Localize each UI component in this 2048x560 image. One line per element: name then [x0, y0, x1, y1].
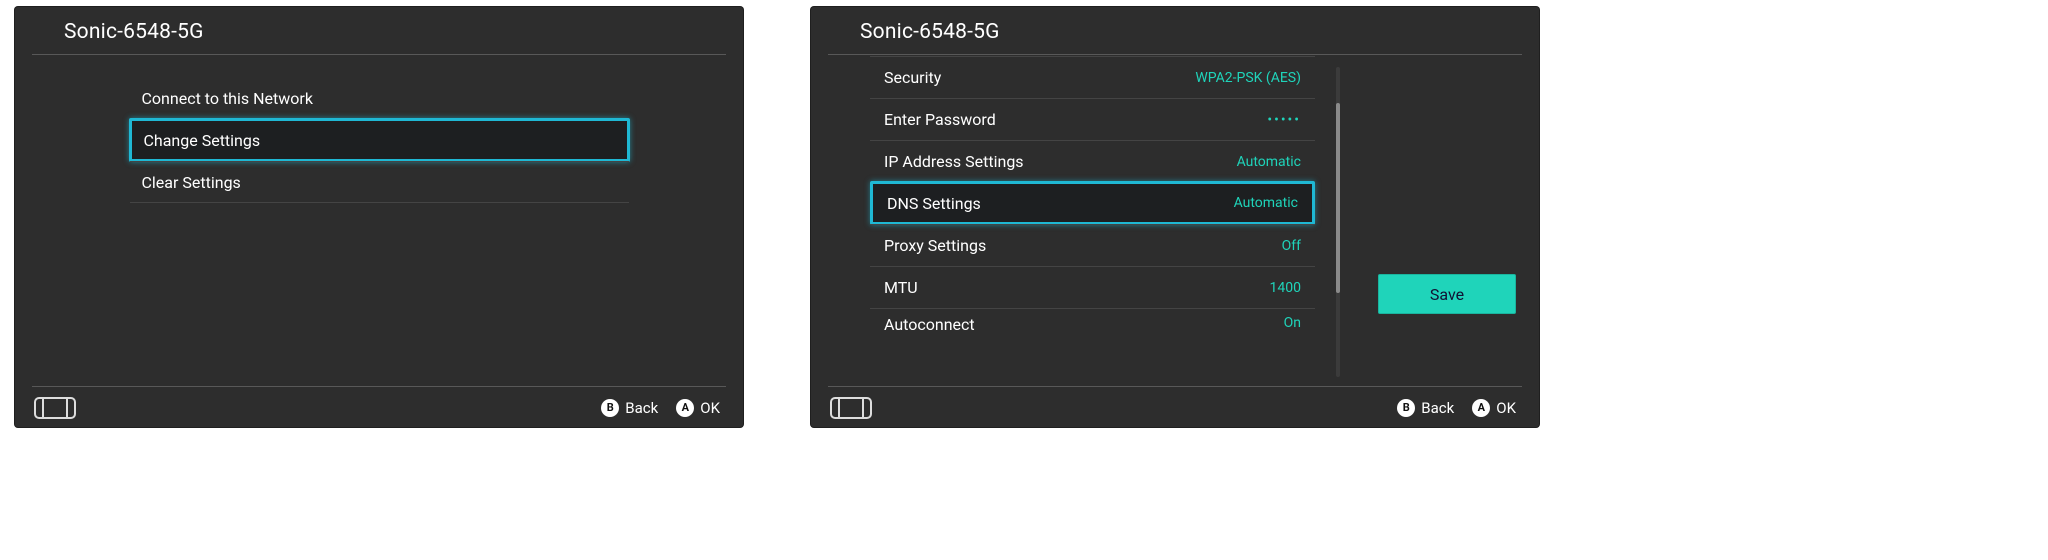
setting-label: Autoconnect: [884, 315, 975, 334]
ok-hint[interactable]: A OK: [1472, 399, 1516, 417]
menu-item-label: Connect to this Network: [142, 89, 313, 108]
setting-label: Proxy Settings: [884, 236, 986, 255]
menu-item[interactable]: Change Settings: [129, 118, 630, 162]
back-hint[interactable]: B Back: [1397, 399, 1454, 417]
back-label: Back: [625, 399, 658, 417]
setting-value: Automatic: [1234, 195, 1298, 211]
menu-item-label: Clear Settings: [142, 173, 241, 192]
scrollbar[interactable]: [1336, 67, 1340, 377]
a-button-icon: A: [676, 399, 694, 417]
setting-value: On: [1284, 315, 1301, 331]
back-hint[interactable]: B Back: [601, 399, 658, 417]
setting-row[interactable]: Proxy Settings Off: [870, 224, 1315, 266]
setting-value: Off: [1282, 238, 1301, 254]
change-settings-panel: Sonic-6548-5G SSIDSonic-6548-5GSecurityW…: [810, 6, 1540, 428]
menu-item[interactable]: Connect to this Network: [130, 77, 629, 119]
settings-list: SSIDSonic-6548-5GSecurityWPA2-PSK (AES)E…: [870, 55, 1315, 334]
network-options-panel: Sonic-6548-5G Connect to this Network Cha…: [14, 6, 744, 428]
back-label: Back: [1421, 399, 1454, 417]
footer-hints: B Back A OK: [601, 399, 720, 417]
setting-label: MTU: [884, 278, 918, 297]
b-button-icon: B: [601, 399, 619, 417]
controllers-icon[interactable]: [34, 397, 76, 419]
setting-label: IP Address Settings: [884, 152, 1024, 171]
setting-value: Automatic: [1237, 154, 1301, 170]
setting-row[interactable]: Autoconnect On: [870, 308, 1315, 334]
setting-label: Enter Password: [884, 110, 996, 129]
setting-value: WPA2-PSK (AES): [1195, 70, 1301, 86]
network-name-title: Sonic-6548-5G: [860, 20, 1494, 44]
panel-footer: B Back A OK: [828, 386, 1522, 428]
setting-row[interactable]: Enter Password •••••: [870, 98, 1315, 140]
ok-label: OK: [700, 399, 720, 417]
panel-body: SSIDSonic-6548-5GSecurityWPA2-PSK (AES)E…: [810, 55, 1540, 386]
footer-hints: B Back A OK: [1397, 399, 1516, 417]
network-name-title: Sonic-6548-5G: [64, 20, 698, 44]
setting-row[interactable]: MTU 1400: [870, 266, 1315, 308]
setting-row[interactable]: IP Address Settings Automatic: [870, 140, 1315, 182]
setting-value: 1400: [1270, 280, 1301, 296]
a-button-icon: A: [1472, 399, 1490, 417]
panel-header: Sonic-6548-5G: [828, 6, 1522, 55]
controllers-icon[interactable]: [830, 397, 872, 419]
panel-header: Sonic-6548-5G: [32, 6, 726, 55]
setting-row[interactable]: Security WPA2-PSK (AES): [870, 56, 1315, 98]
panel-footer: B Back A OK: [32, 386, 726, 428]
ok-hint[interactable]: A OK: [676, 399, 720, 417]
menu-item[interactable]: Clear Settings: [130, 161, 629, 203]
setting-value: •••••: [1267, 112, 1301, 128]
ok-label: OK: [1496, 399, 1516, 417]
setting-label: Security: [884, 68, 941, 87]
scrollbar-thumb[interactable]: [1336, 103, 1340, 293]
network-options-menu: Connect to this Network Change Settings Cl…: [130, 77, 629, 203]
setting-row[interactable]: DNS Settings Automatic: [870, 181, 1315, 225]
setting-label: DNS Settings: [887, 194, 981, 213]
save-button[interactable]: Save: [1378, 274, 1516, 314]
save-button-label: Save: [1430, 285, 1464, 304]
b-button-icon: B: [1397, 399, 1415, 417]
menu-item-label: Change Settings: [144, 131, 261, 150]
panel-body: Connect to this Network Change Settings Cl…: [14, 55, 744, 386]
